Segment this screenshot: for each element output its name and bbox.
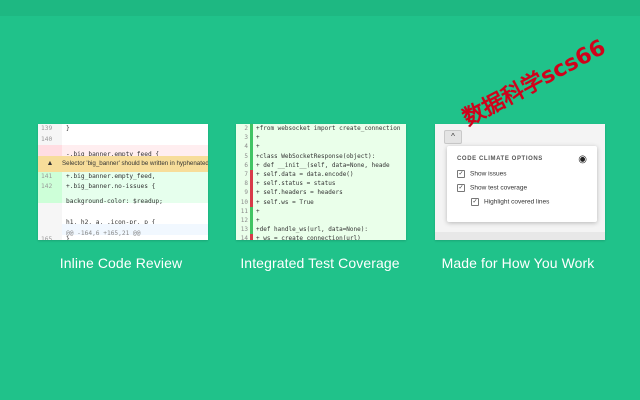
coverage-line: 2 +from websocket import create_connectio… [236, 124, 406, 134]
code-text: +class WebSocketResponse(object): [256, 152, 376, 160]
diff-line: h1, h2, a, .icon-pr, p { [38, 213, 208, 226]
code-text: + self.data = data.encode() [256, 170, 354, 178]
coverage-line: 13 +def handle_ws(url, data=None): [236, 225, 406, 235]
coverage-line: 7 + self.data = data.encode() [236, 169, 406, 180]
line-number [38, 192, 62, 203]
line-number: 7 [244, 170, 248, 178]
inline-code-review-preview: 139 } 140 -.big_banner.empty_feed {▲ Select… [38, 124, 208, 240]
line-number: 2 [244, 125, 248, 132]
line-number: 139 [38, 124, 62, 135]
code-text: } [66, 125, 70, 132]
options-preview: ^ CODE CLIMATE OPTIONS ◉ ✓ Show issues ✓ S… [435, 124, 605, 240]
line-number [38, 224, 62, 235]
line-number: 140 [38, 134, 62, 145]
eye-icon[interactable]: ◉ [578, 154, 587, 165]
coverage-line: 14 + ws = create_connection(url) [236, 234, 406, 240]
diff-line: 139 } [38, 124, 208, 135]
option-show-test-coverage[interactable]: ✓ Show test coverage [457, 184, 527, 192]
code-text: +def handle_ws(url, data=None): [256, 226, 368, 234]
line-number: 165 [38, 234, 62, 240]
line-number [38, 213, 62, 224]
line-number: 13 [240, 226, 248, 234]
inline-code-review-caption: Inline Code Review [59, 255, 183, 271]
line-number: 141 [38, 171, 62, 182]
coverage-line: 9 + self.headers = headers [236, 188, 406, 198]
line-number [38, 203, 62, 214]
line-number: 10 [240, 198, 248, 206]
coverage-line: 5 +class WebSocketResponse(object): [236, 151, 406, 161]
diff-line [38, 203, 208, 214]
code-text: + [256, 143, 260, 151]
line-number: 3 [244, 134, 248, 142]
line-number: 142 [38, 182, 62, 193]
coverage-line: 10 + self.ws = True [236, 197, 406, 207]
watermark: 数据科学scs66 [458, 35, 610, 132]
caret-up-icon[interactable]: ^ [444, 130, 462, 144]
code-text: + def __init__(self, data=None, heade [256, 161, 390, 169]
line-number: 11 [240, 207, 248, 215]
line-number: 9 [244, 189, 248, 197]
code-text: } [66, 235, 70, 241]
checkbox-icon[interactable]: ✓ [457, 170, 465, 178]
menu-title: CODE CLIMATE OPTIONS [457, 156, 543, 162]
coverage-line: 8 + self.status = status [236, 179, 406, 189]
code-text: + self.status = status [256, 180, 336, 188]
checkbox-icon[interactable]: ✓ [471, 198, 479, 206]
coverage-line: 4 + [236, 142, 406, 152]
line-number: 4 [244, 143, 248, 151]
coverage-line: 3 + [236, 133, 406, 143]
line-number: 5 [244, 152, 248, 160]
line-number: 8 [244, 180, 248, 188]
test-coverage-preview: 2 +from websocket import create_connectio… [236, 124, 406, 240]
code-text: +.big_banner.no-issues { [66, 183, 156, 190]
test-coverage-caption: Integrated Test Coverage [240, 255, 400, 271]
options-caption: Made for How You Work [441, 255, 595, 271]
code-text: + [256, 134, 260, 142]
checkbox-icon[interactable]: ✓ [457, 184, 465, 192]
diff-line: 141 +.big_banner.empty_feed, [38, 171, 208, 182]
diff-line: 142 +.big_banner.no-issues { [38, 182, 208, 193]
coverage-line: 12 + [236, 215, 406, 226]
coverage-line: 11 + [236, 206, 406, 216]
diff-line: -.big_banner.empty_feed { [38, 145, 208, 158]
code-text: + [256, 207, 260, 215]
code-text: +.big_banner.empty_feed, [66, 172, 156, 180]
line-number: 14 [240, 235, 248, 240]
code-text: + self.headers = headers [256, 189, 343, 197]
diff-line: 140 [38, 134, 208, 145]
code-text: + [256, 216, 260, 224]
options-menu: CODE CLIMATE OPTIONS ◉ ✓ Show issues ✓ Sho… [447, 146, 597, 222]
code-text: + ws = create_connection(url) [256, 235, 361, 240]
preview-footer [435, 232, 605, 240]
diff-line: @@ -164,6 +165,21 @@ [38, 224, 208, 237]
lint-warning: ▲ Selector 'big_banner' should be written… [38, 155, 208, 172]
diff-line: 165 } [38, 234, 208, 241]
coverage-line: 6 + def __init__(self, data=None, heade [236, 160, 406, 170]
diff-line: background-color: $readup; [38, 192, 208, 205]
line-number: 6 [244, 161, 248, 169]
line-number: 12 [240, 216, 248, 224]
code-text: + self.ws = True [256, 198, 314, 206]
warning-icon: ▲ [46, 159, 54, 167]
option-highlight-covered-lines[interactable]: ✓ Highlight covered lines [471, 198, 549, 206]
option-show-issues[interactable]: ✓ Show issues [457, 170, 507, 178]
code-text: +from websocket import create_connection [256, 125, 401, 132]
line-number [38, 145, 62, 156]
top-bar [0, 0, 640, 16]
